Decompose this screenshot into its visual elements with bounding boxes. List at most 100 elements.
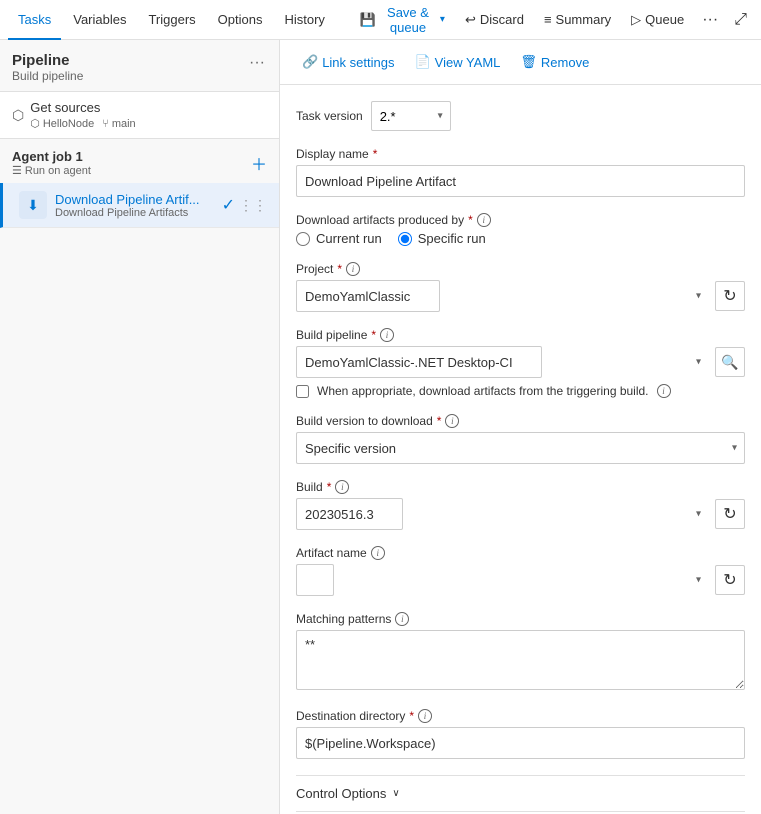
specific-run-option[interactable]: Specific run: [398, 231, 486, 246]
matching-patterns-info-icon[interactable]: i: [395, 612, 409, 626]
tab-history[interactable]: History: [274, 0, 334, 40]
display-name-input[interactable]: [296, 165, 745, 197]
get-sources-meta: ⬡ HelloNode ⑂ main: [30, 117, 135, 130]
nav-more-icon[interactable]: ···: [696, 7, 724, 33]
agent-job-subtitle: ☰ Run on agent: [12, 164, 91, 177]
branch-icon: ⑂: [102, 118, 109, 130]
task-version-select[interactable]: 2.* 1.*: [371, 101, 451, 131]
triggering-build-row: When appropriate, download artifacts fro…: [296, 384, 745, 398]
build-dropdown-row: 20230516.3 ↻: [296, 498, 745, 530]
current-run-radio[interactable]: [296, 232, 310, 246]
download-artifacts-info-icon[interactable]: i: [477, 213, 491, 227]
build-pipeline-dropdown-wrapper: DemoYamlClassic-.NET Desktop-CI: [296, 346, 709, 378]
tab-tasks[interactable]: Tasks: [8, 0, 61, 40]
agent-icon: ☰: [12, 164, 22, 177]
task-item-actions: ✓ ⋮⋮: [222, 195, 267, 215]
destination-directory-row: Destination directory * i // Set value a…: [296, 709, 745, 759]
control-options-chevron-icon: ∨: [392, 788, 399, 799]
display-name-row: Display name *: [296, 147, 745, 197]
build-info-icon[interactable]: i: [335, 480, 349, 494]
specific-run-radio[interactable]: [398, 232, 412, 246]
save-queue-button[interactable]: 💾 Save & queue ▾: [352, 1, 453, 39]
queue-button[interactable]: ▷ Queue: [623, 8, 692, 32]
remove-button[interactable]: 🗑 Remove: [514, 50, 595, 74]
project-row: Project * i DemoYamlClassic ↻: [296, 262, 745, 312]
get-sources-item[interactable]: ⬡ Get sources ⬡ HelloNode ⑂ main: [0, 91, 279, 139]
link-settings-button[interactable]: 🔗 Link settings: [296, 50, 400, 74]
build-version-label: Build version to download * i: [296, 414, 745, 428]
artifact-name-dropdown-row: ↻: [296, 564, 745, 596]
form-area: Task version 2.* 1.* Display name *: [280, 85, 761, 814]
pipeline-title: Pipeline: [12, 52, 83, 69]
nav-tabs: Tasks Variables Triggers Options History: [8, 0, 335, 40]
build-refresh-button[interactable]: ↻: [715, 499, 745, 529]
build-pipeline-select[interactable]: DemoYamlClassic-.NET Desktop-CI: [296, 346, 542, 378]
destination-directory-input[interactable]: [296, 727, 745, 759]
build-pipeline-search-button[interactable]: 🔍: [715, 347, 745, 377]
left-panel: Pipeline Build pipeline ··· ⬡ Get source…: [0, 40, 280, 814]
bv-required-marker: *: [437, 414, 442, 428]
get-sources-label: Get sources: [30, 100, 135, 115]
control-options-header[interactable]: Control Options ∨: [296, 775, 745, 811]
build-select[interactable]: 20230516.3: [296, 498, 403, 530]
download-icon: ⬇: [27, 197, 39, 214]
build-version-dropdown-wrapper: Specific version Latest: [296, 432, 745, 464]
pipeline-header: Pipeline Build pipeline ···: [0, 40, 279, 91]
search-icon: 🔍: [721, 354, 738, 371]
build-pipeline-dropdown-row: DemoYamlClassic-.NET Desktop-CI 🔍: [296, 346, 745, 378]
tab-variables[interactable]: Variables: [63, 0, 136, 40]
tab-options[interactable]: Options: [208, 0, 273, 40]
top-nav: Tasks Variables Triggers Options History…: [0, 0, 761, 40]
pipeline-more-icon[interactable]: ···: [247, 52, 267, 74]
build-version-info-icon[interactable]: i: [445, 414, 459, 428]
task-item-name: Download Pipeline Artif...: [55, 192, 215, 207]
required-marker: *: [373, 147, 378, 161]
download-artifacts-row: Download artifacts produced by * i Curre…: [296, 213, 745, 246]
build-version-select[interactable]: Specific version Latest: [296, 432, 745, 464]
destination-directory-label: Destination directory * i: [296, 709, 745, 723]
save-icon: 💾: [360, 12, 376, 28]
task-item-icon: ⬇: [19, 191, 47, 219]
triggering-build-checkbox[interactable]: [296, 385, 309, 398]
discard-icon: ↩: [465, 12, 476, 28]
project-refresh-button[interactable]: ↻: [715, 281, 745, 311]
bp-required-marker: *: [371, 328, 376, 342]
task-item[interactable]: ⬇ Download Pipeline Artif... Download Pi…: [0, 183, 279, 228]
task-version-select-wrapper: 2.* 1.*: [371, 101, 451, 131]
required-marker2: *: [468, 213, 473, 227]
project-dropdown-wrapper: DemoYamlClassic: [296, 280, 709, 312]
agent-job-title: Agent job 1: [12, 149, 91, 164]
view-yaml-button[interactable]: 📄 View YAML: [408, 50, 506, 74]
discard-button[interactable]: ↩ Discard: [457, 8, 532, 32]
artifact-name-refresh-button[interactable]: ↻: [715, 565, 745, 595]
save-queue-chevron-icon: ▾: [440, 14, 445, 25]
dd-required-marker: *: [409, 709, 414, 723]
add-task-button[interactable]: ＋: [251, 151, 267, 175]
queue-icon: ▷: [631, 12, 641, 28]
artifact-name-row: Artifact name i ↻: [296, 546, 745, 596]
summary-icon: ≡: [544, 12, 552, 27]
triggering-build-info-icon[interactable]: i: [657, 384, 671, 398]
project-info-icon[interactable]: i: [346, 262, 360, 276]
summary-button[interactable]: ≡ Summary: [536, 8, 619, 31]
branch-ref: ⑂ main: [102, 117, 135, 130]
matching-patterns-textarea[interactable]: [296, 630, 745, 690]
repo-ref: ⬡ HelloNode: [30, 117, 94, 130]
artifact-name-info-icon[interactable]: i: [371, 546, 385, 560]
artifact-name-select[interactable]: [296, 564, 334, 596]
build-pipeline-info-icon[interactable]: i: [380, 328, 394, 342]
expand-icon[interactable]: ⤢: [728, 7, 753, 33]
project-required-marker: *: [337, 262, 342, 276]
action-bar: 🔗 Link settings 📄 View YAML 🗑 Remove: [280, 40, 761, 85]
project-label: Project * i: [296, 262, 745, 276]
tab-triggers[interactable]: Triggers: [138, 0, 205, 40]
display-name-label: Display name *: [296, 147, 745, 161]
refresh-icon: ↻: [723, 286, 736, 306]
task-drag-icon[interactable]: ⋮⋮: [239, 197, 267, 214]
b-required-marker: *: [327, 480, 332, 494]
project-select[interactable]: DemoYamlClassic: [296, 280, 440, 312]
destination-directory-info-icon[interactable]: i: [418, 709, 432, 723]
current-run-option[interactable]: Current run: [296, 231, 382, 246]
build-version-row: Build version to download * i Specific v…: [296, 414, 745, 464]
pipeline-subtitle: Build pipeline: [12, 69, 83, 83]
